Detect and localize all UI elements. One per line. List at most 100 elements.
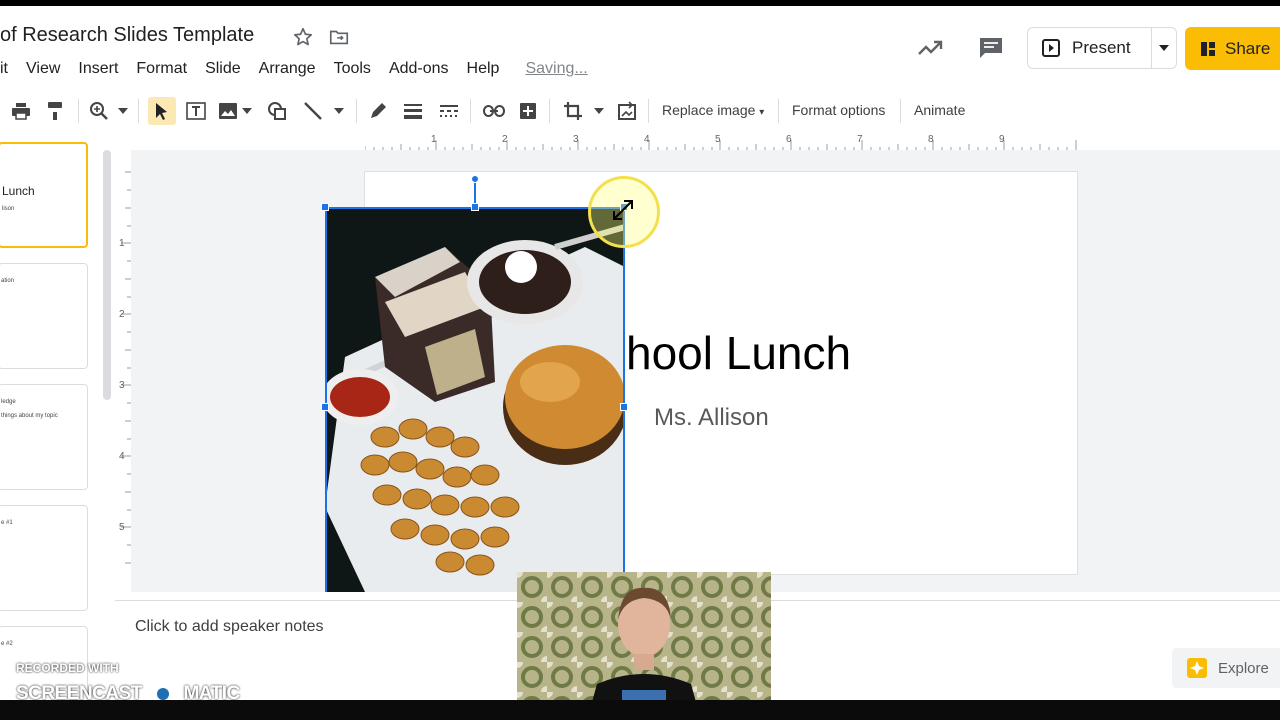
- present-label: Present: [1072, 38, 1131, 57]
- line-dropdown-icon[interactable]: [332, 101, 346, 121]
- crop-dropdown-icon[interactable]: [592, 101, 606, 121]
- resize-handle-top-left[interactable]: [321, 203, 329, 211]
- ruler-label: 6: [786, 134, 792, 145]
- resize-diagonal-cursor-icon: [610, 197, 636, 228]
- move-to-folder-icon[interactable]: [328, 26, 350, 48]
- document-title[interactable]: of Research Slides Template: [0, 24, 254, 47]
- toolbar-separator: [78, 99, 79, 123]
- add-comment-icon[interactable]: [517, 101, 539, 121]
- border-weight-icon[interactable]: [402, 101, 424, 121]
- resize-handle-top[interactable]: [471, 203, 479, 211]
- shape-icon[interactable]: [266, 101, 288, 121]
- toolbar-separator: [778, 99, 779, 123]
- lunch-tray-illustration: [325, 207, 625, 592]
- toolbar-separator: [138, 99, 139, 123]
- caret-down-icon: ▾: [759, 107, 765, 118]
- hamburger: [503, 345, 625, 465]
- thumbnail-title: ledge: [1, 399, 16, 405]
- filmstrip-scrollbar[interactable]: [103, 150, 111, 400]
- thumbnail-subtitle: things about my topic: [1, 413, 58, 419]
- menu-insert[interactable]: Insert: [78, 60, 118, 78]
- menu-addons[interactable]: Add-ons: [389, 60, 449, 78]
- insert-image-icon[interactable]: [217, 101, 239, 121]
- menu-tools[interactable]: Tools: [334, 60, 371, 78]
- comments-icon[interactable]: [978, 36, 1004, 60]
- menu-slide[interactable]: Slide: [205, 60, 241, 78]
- menu-arrange[interactable]: Arrange: [259, 60, 316, 78]
- menu-format[interactable]: Format: [136, 60, 187, 78]
- border-color-pencil-icon[interactable]: [367, 101, 389, 121]
- thumbnail-subtitle: lison: [2, 206, 15, 212]
- paint-format-icon[interactable]: [44, 101, 66, 121]
- thumbnail-title: Lunch: [2, 184, 35, 198]
- os-taskbar: [0, 700, 1280, 720]
- line-icon[interactable]: [302, 101, 324, 121]
- speaker-notes-placeholder[interactable]: Click to add speaker notes: [135, 618, 324, 636]
- ruler-label: 8: [928, 134, 934, 145]
- ruler-label: 9: [999, 134, 1005, 145]
- share-label: Share: [1225, 38, 1271, 58]
- print-icon[interactable]: [10, 101, 32, 121]
- activity-trend-icon[interactable]: [917, 36, 943, 60]
- ruler-label: 5: [119, 522, 125, 533]
- image-dropdown-icon[interactable]: [240, 101, 254, 121]
- menu-edit[interactable]: it: [0, 60, 8, 78]
- selection-border: [325, 207, 327, 592]
- toolbar-separator: [900, 99, 901, 123]
- presenter-video: [517, 572, 771, 720]
- ruler-label: 2: [502, 134, 508, 145]
- menu-help[interactable]: Help: [467, 60, 500, 78]
- toolbar-separator: [470, 99, 471, 123]
- slide-thumbnail-4[interactable]: e #1: [0, 505, 88, 611]
- ruler-label: 4: [119, 451, 125, 462]
- menu-view[interactable]: View: [26, 60, 60, 78]
- saving-status[interactable]: Saving...: [525, 60, 587, 78]
- ruler-label: 2: [119, 309, 125, 320]
- thumbnail-title: e #2: [1, 641, 13, 647]
- zoom-icon[interactable]: [88, 101, 110, 121]
- watermark-recorded-with: RECORDED WITH: [16, 661, 119, 675]
- toolbar-separator: [648, 99, 649, 123]
- text-box-icon[interactable]: [185, 101, 207, 121]
- reset-image-icon[interactable]: [616, 101, 638, 121]
- select-cursor-icon[interactable]: [148, 97, 176, 125]
- slide-thumbnail-3[interactable]: ledge things about my topic: [0, 384, 88, 490]
- border-dash-icon[interactable]: [438, 101, 460, 121]
- crop-icon[interactable]: [562, 101, 584, 121]
- thumbnail-title: e #1: [1, 520, 13, 526]
- star-icon[interactable]: [292, 26, 314, 48]
- ruler-label: 7: [857, 134, 863, 145]
- present-play-icon: [1042, 39, 1060, 57]
- toolbar: Replace image ▾ Format options Animate: [0, 92, 1280, 130]
- lunch-tray-image[interactable]: [325, 207, 625, 592]
- resize-handle-right[interactable]: [620, 403, 628, 411]
- replace-image-label: Replace image: [662, 102, 756, 118]
- explore-button[interactable]: Explore: [1172, 648, 1280, 688]
- google-slides-window: of Research Slides Template it View Inse…: [0, 0, 1280, 720]
- ruler-label: 4: [644, 134, 650, 145]
- slide-subtitle[interactable]: Ms. Allison: [654, 404, 769, 432]
- ruler-label: 3: [573, 134, 579, 145]
- slide-title[interactable]: hool Lunch: [626, 326, 851, 380]
- ruler-label: 1: [431, 134, 437, 145]
- toolbar-separator: [356, 99, 357, 123]
- ruler-label: 3: [119, 380, 125, 391]
- resize-handle-left[interactable]: [321, 403, 329, 411]
- animate-button[interactable]: Animate: [914, 102, 965, 118]
- format-options-button[interactable]: Format options: [792, 102, 885, 118]
- ketchup-cup: [325, 369, 398, 425]
- zoom-dropdown-icon[interactable]: [116, 101, 130, 121]
- lock-icon: [1199, 40, 1217, 58]
- ruler-label: 1: [119, 238, 125, 249]
- ruler-label: 5: [715, 134, 721, 145]
- ruler-ticks: [365, 140, 1077, 150]
- slide-thumbnail-1[interactable]: Lunch lison: [0, 142, 88, 248]
- slide-thumbnail-2[interactable]: ation: [0, 263, 88, 369]
- thumbnail-title: ation: [1, 278, 15, 284]
- rotation-handle[interactable]: [471, 175, 479, 183]
- share-button[interactable]: Share: [1185, 27, 1280, 70]
- present-options-dropdown[interactable]: [1152, 28, 1176, 68]
- present-button[interactable]: Present: [1028, 28, 1152, 68]
- replace-image-button[interactable]: Replace image ▾: [662, 102, 764, 118]
- link-icon[interactable]: [483, 101, 505, 121]
